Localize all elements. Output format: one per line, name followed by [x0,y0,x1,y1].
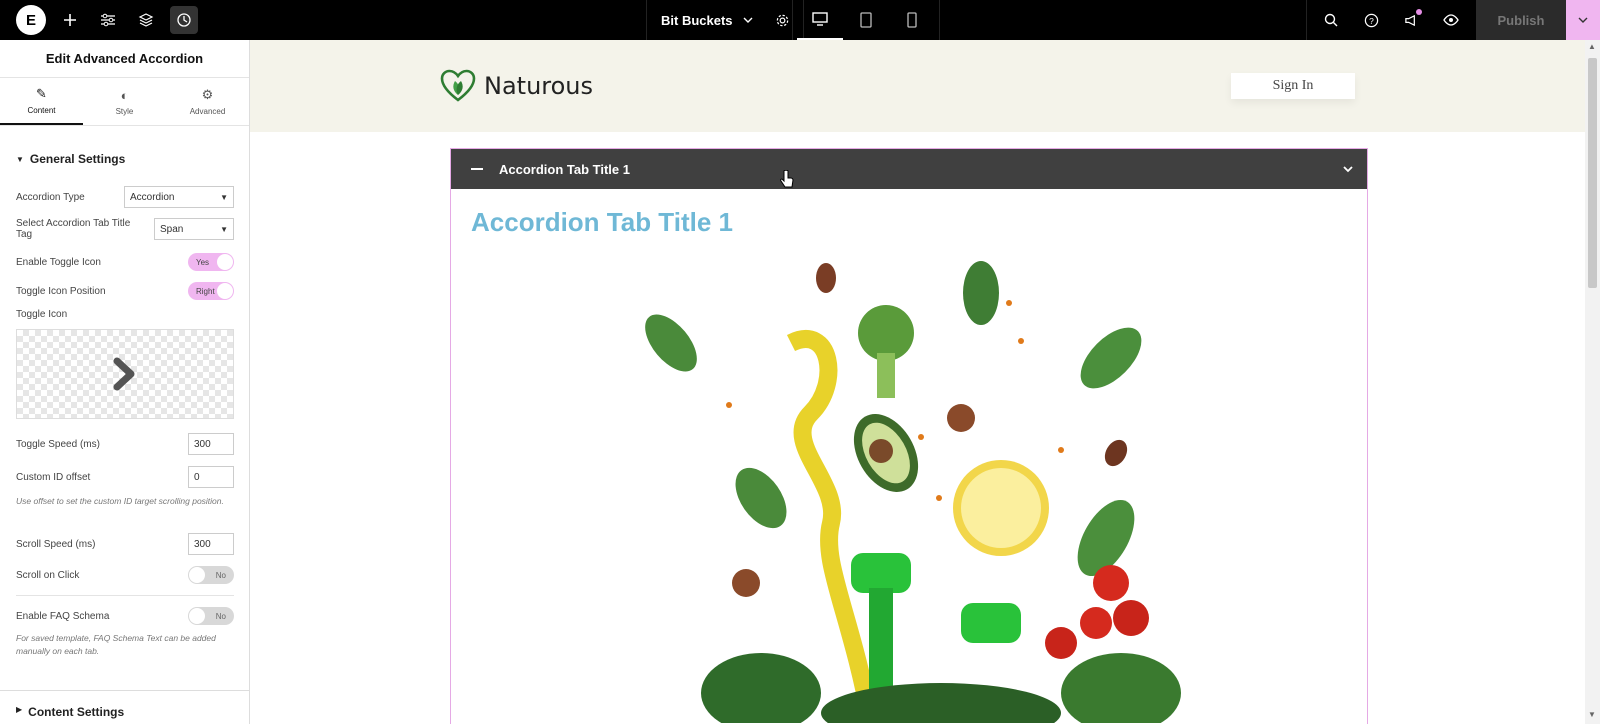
custom-id-input[interactable]: 0 [188,466,234,488]
chevron-down-icon [1343,165,1353,172]
responsive-mode-switcher [792,0,940,40]
half-circle-icon: ◐ [120,87,129,103]
scroll-down-arrow-icon[interactable]: ▼ [1588,710,1596,719]
caret-down-icon: ▼ [16,154,24,164]
sign-in-button[interactable]: Sign In [1231,73,1355,99]
add-element-icon[interactable] [51,0,89,40]
enable-toggle-icon-control: Enable Toggle Icon Yes [16,253,234,271]
faq-switch[interactable]: No [188,607,234,625]
chevron-down-icon [743,17,753,23]
section-general-settings[interactable]: ▼ General Settings [0,126,249,176]
tab-content-label: Content [27,106,56,115]
toggle-speed-control: Toggle Speed (ms) 300 [16,433,234,455]
tab-content[interactable]: ✎ Content [0,78,83,125]
accordion-tab-header-left: Accordion Tab Title 1 [471,162,630,177]
select-arrow-icon: ▼ [220,192,228,202]
scroll-on-click-control: Scroll on Click No [16,566,234,584]
title-tag-select[interactable]: Span ▼ [154,218,234,240]
publish-options-chevron-icon[interactable] [1566,0,1600,40]
toggle-icon-control: Toggle Icon [16,309,234,320]
accordion-tab-content: Accordion Tab Title 1 [451,189,1367,256]
whats-new-megaphone-icon[interactable] [1391,0,1431,40]
hand-pointer-cursor-icon [780,170,794,188]
mobile-view-icon[interactable] [889,0,935,40]
toggle-position-control: Toggle Icon Position Right [16,282,234,300]
title-tag-label: Select Accordion Tab Title Tag [16,218,131,240]
top-bar: E Bit Buckets ? Publish [0,0,1600,40]
panel-tabs: ✎ Content ◐ Style ⚙ Advanced [0,78,249,126]
faq-schema-control: Enable FAQ Schema No [16,607,234,625]
advanced-accordion-widget[interactable]: Accordion Tab Title 1 Accordion Tab Titl… [450,148,1368,724]
divider [16,595,234,596]
tablet-view-icon[interactable] [843,0,889,40]
healthy-food-illustration [645,261,1181,723]
help-icon[interactable]: ? [1351,0,1391,40]
toggle-position-label: Toggle Icon Position [16,285,106,297]
scroll-click-switch[interactable]: No [188,566,234,584]
pencil-icon: ✎ [36,86,47,101]
select-arrow-icon: ▼ [220,224,228,234]
faq-help-text: For saved template, FAQ Schema Text can … [16,633,216,656]
gear-icon: ⚙ [201,87,214,102]
toggle-position-switch[interactable]: Right [188,282,234,300]
publish-button[interactable]: Publish [1476,0,1566,40]
section-content-settings-label: Content Settings [28,705,125,719]
scroll-click-label: Scroll on Click [16,569,80,581]
tab-advanced-label: Advanced [189,107,226,116]
page-selector[interactable]: Bit Buckets [646,0,804,40]
scroll-speed-input[interactable]: 300 [188,533,234,555]
panel-title: Edit Advanced Accordion [0,40,249,78]
preview-canvas: Naturous Sign In Accordion Tab Title 1 A… [250,40,1585,724]
elementor-logo-icon[interactable]: E [16,5,46,35]
caret-right-icon: ▶ [16,705,23,714]
toggle-icon-label: Toggle Icon [16,309,68,320]
accordion-type-value: Accordion [130,191,175,203]
toggle-speed-input[interactable]: 300 [188,433,234,455]
custom-id-help-text: Use offset to set the custom ID target s… [16,496,224,506]
accordion-tab-title: Accordion Tab Title 1 [499,161,630,177]
custom-id-offset-control: Custom ID offset 0 [16,466,234,488]
title-tag-control: Select Accordion Tab Title Tag Span ▼ [16,218,234,240]
history-icon[interactable] [170,6,198,34]
svg-text:?: ? [1369,15,1374,25]
scrollbar-thumb[interactable] [1588,58,1597,288]
structure-layers-icon[interactable] [127,0,165,40]
site-header: Naturous Sign In [250,40,1585,132]
desktop-view-icon[interactable] [797,0,843,40]
brand-name: Naturous [484,72,594,100]
tab-style[interactable]: ◐ Style [83,78,166,125]
tab-style-label: Style [115,106,134,116]
site-name: Bit Buckets [661,12,733,28]
toggle-icon-picker[interactable] [16,329,234,419]
tab-advanced[interactable]: ⚙ Advanced [166,78,249,125]
editor-panel: Edit Advanced Accordion ✎ Content ◐ Styl… [0,40,250,724]
scroll-speed-control: Scroll Speed (ms) 300 [16,533,234,555]
chevron-right-icon [113,357,135,391]
section-general-settings-label: General Settings [29,152,126,166]
accordion-content-title: Accordion Tab Title 1 [471,207,733,237]
custom-id-label: Custom ID offset [16,471,91,483]
scroll-up-arrow-icon[interactable]: ▲ [1588,42,1596,51]
accordion-type-select[interactable]: Accordion ▼ [124,186,234,208]
toggle-speed-label: Toggle Speed (ms) [16,438,100,450]
site-name-dropdown[interactable]: Bit Buckets [647,13,763,28]
canvas-scrollbar[interactable]: ▲ ▼ [1585,40,1600,724]
accordion-type-control: Accordion Type Accordion ▼ [16,186,234,208]
section-content-settings[interactable]: ▶ Content Settings [0,690,249,724]
search-icon[interactable] [1311,0,1351,40]
accordion-type-label: Accordion Type [16,191,85,203]
top-bar-left: E [0,0,198,40]
enable-toggle-switch[interactable]: Yes [188,253,234,271]
site-settings-icon[interactable] [89,0,127,40]
top-bar-right: ? [1306,0,1471,40]
brand-logo[interactable]: Naturous [440,69,593,103]
leaf-heart-logo-icon [440,69,476,102]
scroll-speed-label: Scroll Speed (ms) [16,538,96,550]
accordion-tab-header[interactable]: Accordion Tab Title 1 [451,149,1367,189]
title-tag-value: Span [160,223,184,235]
enable-toggle-label: Enable Toggle Icon [16,256,101,268]
preview-eye-icon[interactable] [1431,0,1471,40]
faq-label: Enable FAQ Schema [16,610,110,622]
minus-icon [471,168,483,170]
